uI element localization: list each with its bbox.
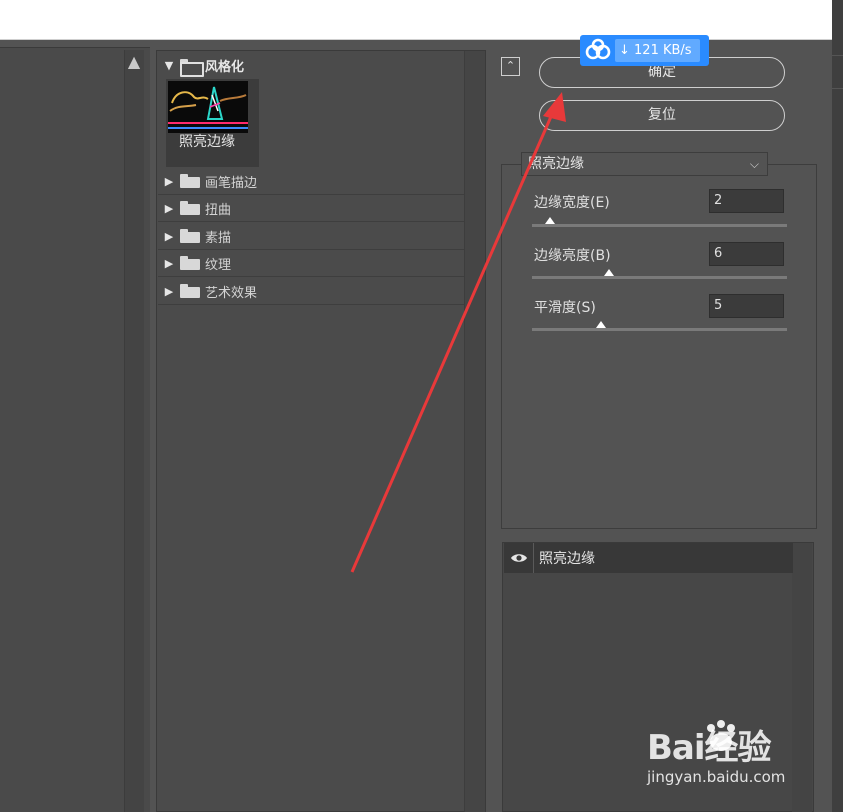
triangle-down-icon: ▼ [164,59,174,72]
download-speed-badge: ↓ 121 KB/s [580,35,709,66]
folder-label: 纹理 [205,257,232,273]
folder-texture[interactable]: ▶ 纹理 [158,250,464,277]
slider-thumb[interactable] [544,217,555,224]
filter-thumb-label: 照亮边缘 [179,134,235,150]
edge-width-slider[interactable] [532,217,787,227]
triangle-right-icon: ▶ [164,174,174,188]
filter-select-value: 照亮边缘 [528,156,584,172]
triangle-right-icon: ▶ [164,229,174,243]
paw-icon [707,720,735,751]
edge-width-input[interactable]: 2 [709,189,784,213]
download-speed-text: ↓ 121 KB/s [615,39,700,62]
folder-icon [180,256,200,270]
param-label-edge-width: 边缘宽度(E) [534,195,610,211]
filter-thumbnail-image [168,81,248,133]
triangle-right-icon: ▶ [164,201,174,215]
folder-brush-strokes[interactable]: ▶ 画笔描边 [158,168,464,195]
slider-thumb[interactable] [603,269,614,276]
smoothness-input[interactable]: 5 [709,294,784,318]
baidu-jingyan-watermark: Bai经验 jingyan.baidu.com [647,720,797,795]
folder-icon [180,174,200,188]
effect-layer-name: 照亮边缘 [539,551,595,567]
layer-row-divider [533,543,534,573]
watermark-url: jingyan.baidu.com [647,768,786,786]
folder-icon [180,284,200,298]
folder-label: 艺术效果 [205,285,258,301]
top-bar [0,0,832,40]
edge-brightness-input[interactable]: 6 [709,242,784,266]
folder-stylize[interactable]: ▼ 风格化 [158,52,464,79]
filter-select[interactable]: 照亮边缘 ⌵ [521,152,768,176]
eye-icon[interactable] [504,543,534,573]
download-speed-value: 121 KB/s [634,43,692,58]
collapse-gallery-button[interactable]: ⌃ [501,57,520,76]
folder-label: 素描 [205,230,232,246]
smoothness-slider[interactable] [532,321,787,331]
reset-button[interactable]: 复位 [539,100,785,131]
filter-thumb-glowing-edges[interactable]: 照亮边缘 [166,79,259,167]
right-edge-strip [832,0,843,812]
gallery-scrollbar[interactable] [464,51,485,812]
folder-label: 风格化 [205,60,245,75]
triangle-right-icon: ▶ [164,256,174,270]
slider-thumb[interactable] [595,321,606,328]
effect-layer-row[interactable]: 照亮边缘 [504,543,793,573]
triangle-right-icon: ▶ [164,284,174,298]
folder-distort[interactable]: ▶ 扭曲 [158,195,464,222]
folder-icon [180,201,200,215]
param-label-smoothness: 平滑度(S) [534,300,596,316]
folder-label: 画笔描边 [205,175,258,191]
folder-icon [180,229,200,243]
param-label-edge-brightness: 边缘亮度(B) [534,248,611,264]
chevron-down-icon: ⌵ [749,157,759,171]
scroll-up-arrow-icon[interactable]: ▲ [124,52,144,72]
preview-scrollbar[interactable] [124,50,144,812]
folder-label: 扭曲 [205,202,232,218]
folder-sketch[interactable]: ▶ 素描 [158,223,464,250]
folder-artistic[interactable]: ▶ 艺术效果 [158,278,464,305]
edge-brightness-slider[interactable] [532,269,787,279]
baidu-netdisk-icon [580,35,615,66]
folder-open-icon [180,58,204,77]
